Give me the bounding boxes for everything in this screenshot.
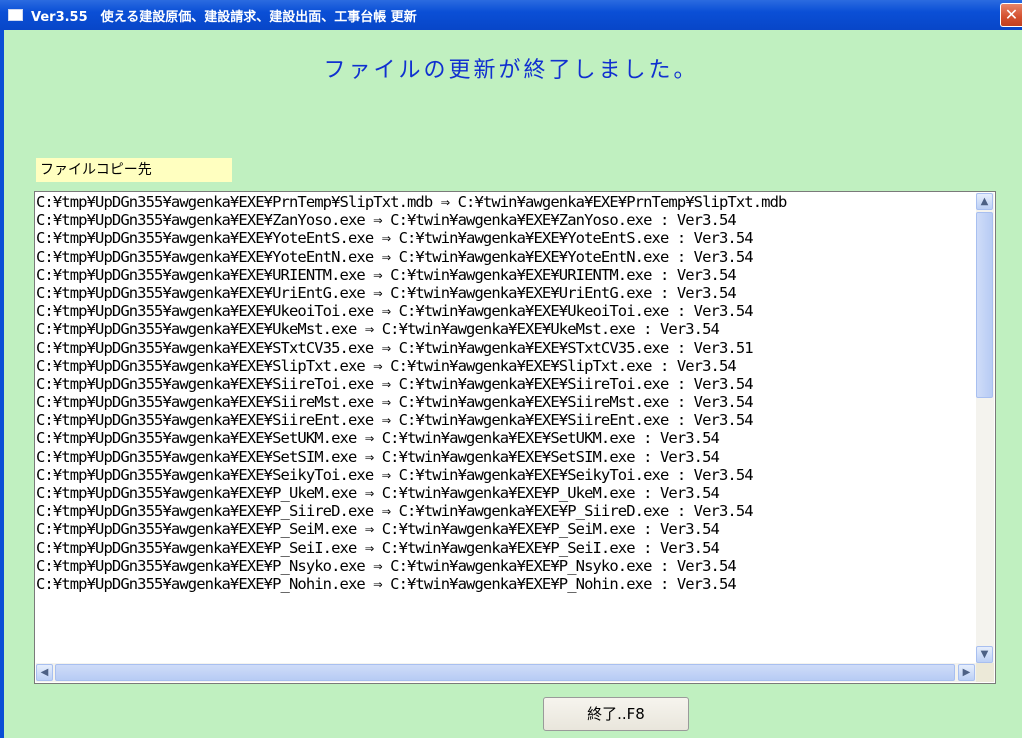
scroll-up-button[interactable]: ▲ (976, 193, 993, 210)
list-item[interactable]: C:¥tmp¥UpDGn355¥awgenka¥EXE¥SiireToi.exe… (36, 375, 976, 393)
list-item[interactable]: C:¥tmp¥UpDGn355¥awgenka¥EXE¥STxtCV35.exe… (36, 339, 976, 357)
list-item[interactable]: C:¥tmp¥UpDGn355¥awgenka¥EXE¥SiireEnt.exe… (36, 411, 976, 429)
app-icon (8, 9, 23, 21)
list-item[interactable]: C:¥tmp¥UpDGn355¥awgenka¥EXE¥YoteEntN.exe… (36, 248, 976, 266)
list-item[interactable]: C:¥tmp¥UpDGn355¥awgenka¥EXE¥P_Nsyko.exe … (36, 557, 976, 575)
list-item[interactable]: C:¥tmp¥UpDGn355¥awgenka¥EXE¥UriEntG.exe … (36, 284, 976, 302)
list-item[interactable]: C:¥tmp¥UpDGn355¥awgenka¥EXE¥YoteEntS.exe… (36, 229, 976, 247)
list-item[interactable]: C:¥tmp¥UpDGn355¥awgenka¥EXE¥P_UkeM.exe ⇒… (36, 484, 976, 502)
status-message: ファイルの更新が終了しました。 (323, 58, 699, 83)
file-list[interactable]: C:¥tmp¥UpDGn355¥awgenka¥EXE¥PrnTemp¥Slip… (34, 191, 996, 684)
list-item[interactable]: C:¥tmp¥UpDGn355¥awgenka¥EXE¥URIENTM.exe … (36, 266, 976, 284)
vertical-scroll-thumb[interactable] (976, 212, 993, 398)
close-button[interactable]: ✕ (1000, 3, 1022, 27)
scroll-down-button[interactable]: ▼ (976, 646, 993, 663)
list-item[interactable]: C:¥tmp¥UpDGn355¥awgenka¥EXE¥SeikyToi.exe… (36, 466, 976, 484)
scroll-right-button[interactable]: ▶ (958, 664, 975, 681)
horizontal-scrollbar[interactable]: ◀ ▶ (36, 663, 976, 682)
scrollbar-corner (976, 663, 994, 682)
list-item[interactable]: C:¥tmp¥UpDGn355¥awgenka¥EXE¥UkeMst.exe ⇒… (36, 320, 976, 338)
copy-destination-label: ファイルコピー先 (36, 158, 232, 182)
list-item[interactable]: C:¥tmp¥UpDGn355¥awgenka¥EXE¥P_SiireD.exe… (36, 502, 976, 520)
list-item[interactable]: C:¥tmp¥UpDGn355¥awgenka¥EXE¥SlipTxt.exe … (36, 357, 976, 375)
list-item[interactable]: C:¥tmp¥UpDGn355¥awgenka¥EXE¥UkeoiToi.exe… (36, 302, 976, 320)
list-item[interactable]: C:¥tmp¥UpDGn355¥awgenka¥EXE¥ZanYoso.exe … (36, 211, 976, 229)
scroll-left-button[interactable]: ◀ (36, 664, 53, 681)
list-item[interactable]: C:¥tmp¥UpDGn355¥awgenka¥EXE¥P_SeiI.exe ⇒… (36, 539, 976, 557)
list-item[interactable]: C:¥tmp¥UpDGn355¥awgenka¥EXE¥SetUKM.exe ⇒… (36, 429, 976, 447)
list-item[interactable]: C:¥tmp¥UpDGn355¥awgenka¥EXE¥SiireMst.exe… (36, 393, 976, 411)
horizontal-scroll-thumb[interactable] (55, 664, 955, 681)
vertical-scrollbar[interactable]: ▲ ▼ (976, 193, 994, 663)
window-frame (0, 30, 4, 738)
window-title: Ver3.55 使える建設原価、建設請求、建設出面、工事台帳 更新 (31, 10, 417, 25)
file-list-items: C:¥tmp¥UpDGn355¥awgenka¥EXE¥PrnTemp¥Slip… (36, 193, 976, 663)
list-item[interactable]: C:¥tmp¥UpDGn355¥awgenka¥EXE¥P_Nohin.exe … (36, 575, 976, 593)
window-titlebar: Ver3.55 使える建設原価、建設請求、建設出面、工事台帳 更新 ✕ (0, 0, 1022, 30)
list-item[interactable]: C:¥tmp¥UpDGn355¥awgenka¥EXE¥SetSIM.exe ⇒… (36, 448, 976, 466)
list-item[interactable]: C:¥tmp¥UpDGn355¥awgenka¥EXE¥PrnTemp¥Slip… (36, 193, 976, 211)
exit-button[interactable]: 終了..F8 (543, 697, 689, 731)
list-item[interactable]: C:¥tmp¥UpDGn355¥awgenka¥EXE¥P_SeiM.exe ⇒… (36, 520, 976, 538)
